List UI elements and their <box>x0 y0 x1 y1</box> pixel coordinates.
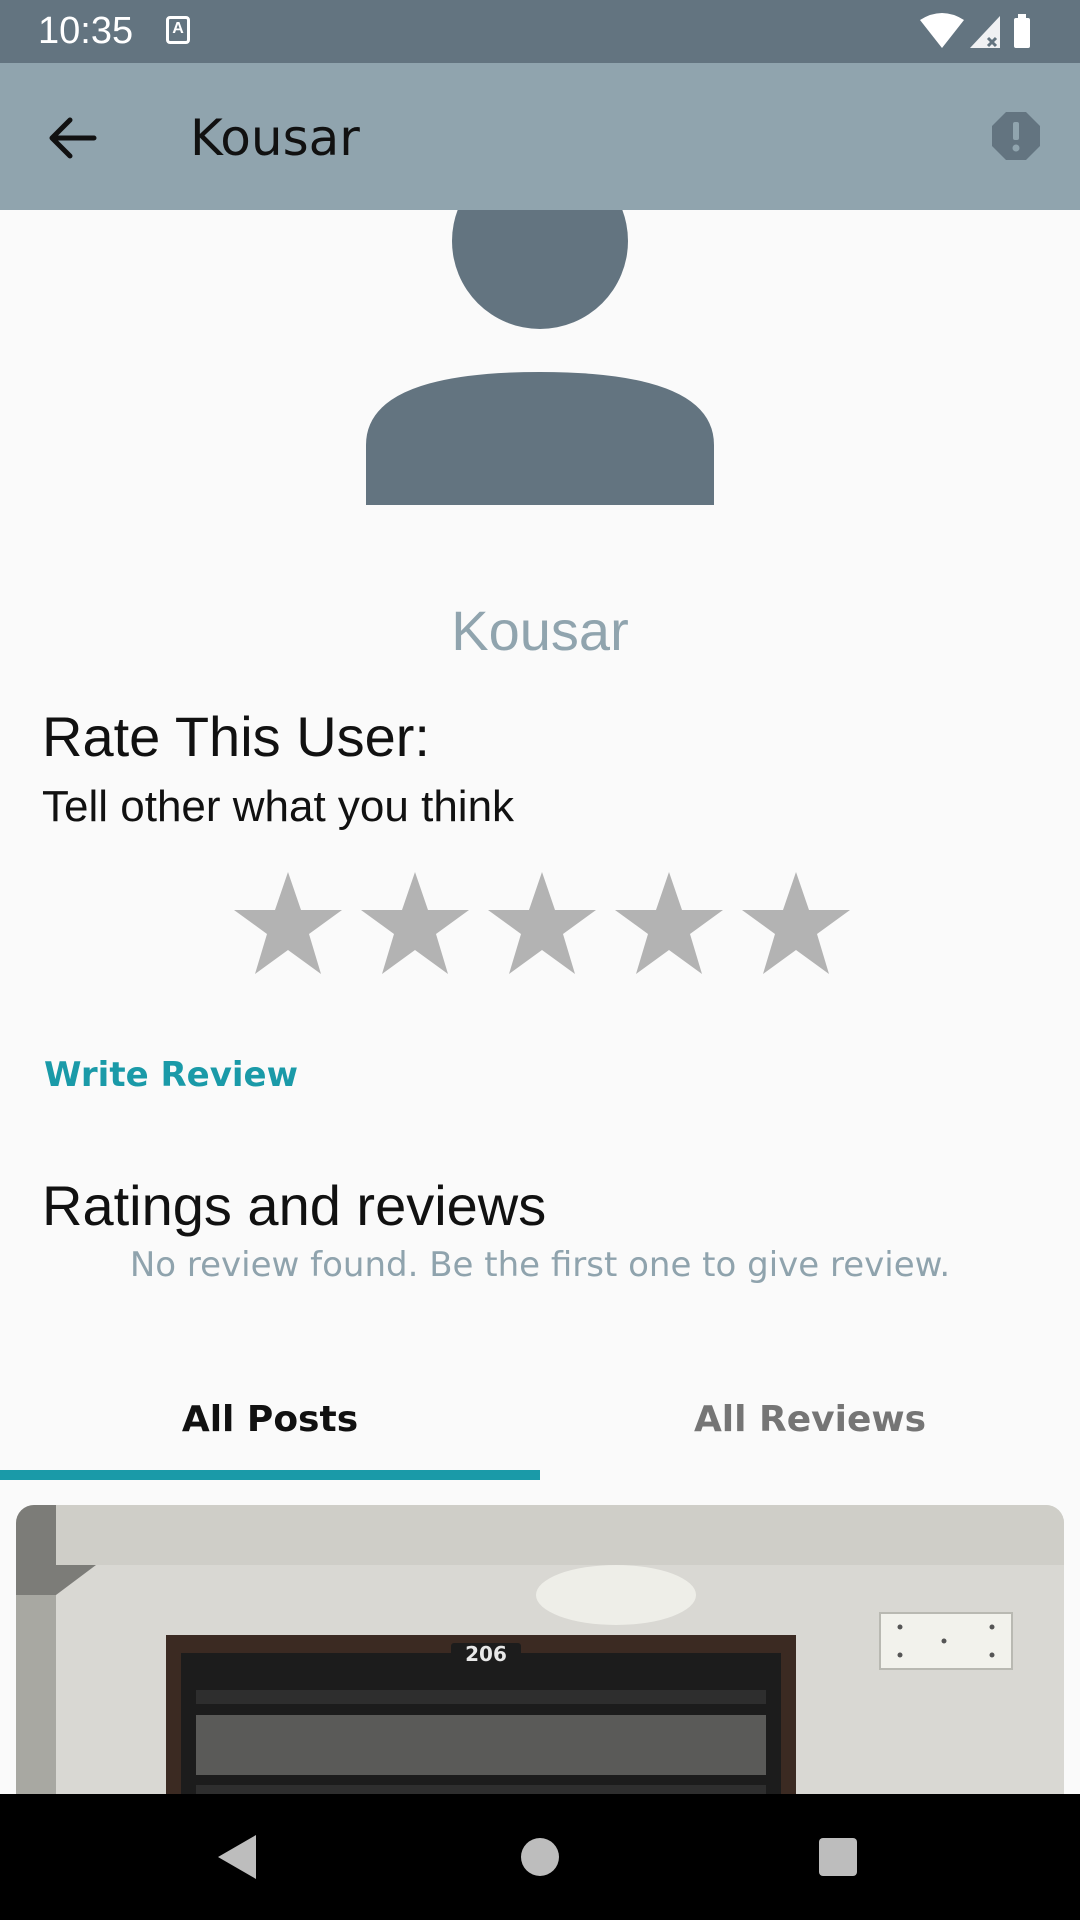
star-rating[interactable] <box>232 868 852 978</box>
star-4-icon[interactable] <box>613 868 725 978</box>
signal-icon <box>970 16 1000 48</box>
ratings-reviews-heading: Ratings and reviews <box>42 1174 547 1237</box>
app-bar <box>0 63 1080 210</box>
avatar <box>366 210 714 505</box>
profile-name: Kousar <box>451 599 629 662</box>
rate-user-subtitle: Tell other what you think <box>42 782 515 831</box>
star-3-icon[interactable] <box>486 868 598 978</box>
star-1-icon[interactable] <box>232 868 344 978</box>
back-arrow-icon[interactable] <box>44 110 100 166</box>
report-icon[interactable] <box>990 110 1042 162</box>
star-2-icon[interactable] <box>359 868 471 978</box>
wifi-icon <box>920 13 964 48</box>
battery-icon <box>1014 18 1030 48</box>
no-review-message: No review found. Be the first one to giv… <box>129 1245 951 1285</box>
write-review-button[interactable]: Write Review <box>44 1053 298 1097</box>
nav-home-icon <box>521 1838 559 1876</box>
star-5-icon[interactable] <box>740 868 852 978</box>
nav-home-button[interactable] <box>480 1794 600 1920</box>
status-time: 10:35 <box>38 10 134 52</box>
tab-indicator <box>0 1470 540 1480</box>
notification-a-icon: A <box>166 16 190 44</box>
tab-bar: All Posts All Reviews <box>0 1380 1080 1480</box>
rate-user-heading: Rate This User: <box>42 705 430 768</box>
nav-recents-icon <box>819 1838 857 1876</box>
tab-all-posts[interactable]: All Posts <box>0 1380 540 1480</box>
system-nav-bar <box>0 1794 1080 1920</box>
nav-recents-button[interactable] <box>778 1794 898 1920</box>
nav-back-icon <box>218 1835 256 1879</box>
tab-all-reviews[interactable]: All Reviews <box>540 1380 1080 1480</box>
door-number: 206 <box>465 1642 507 1666</box>
status-icons <box>920 13 1030 48</box>
nav-back-button[interactable] <box>178 1794 298 1920</box>
app-bar-title: Kousar <box>190 109 360 167</box>
